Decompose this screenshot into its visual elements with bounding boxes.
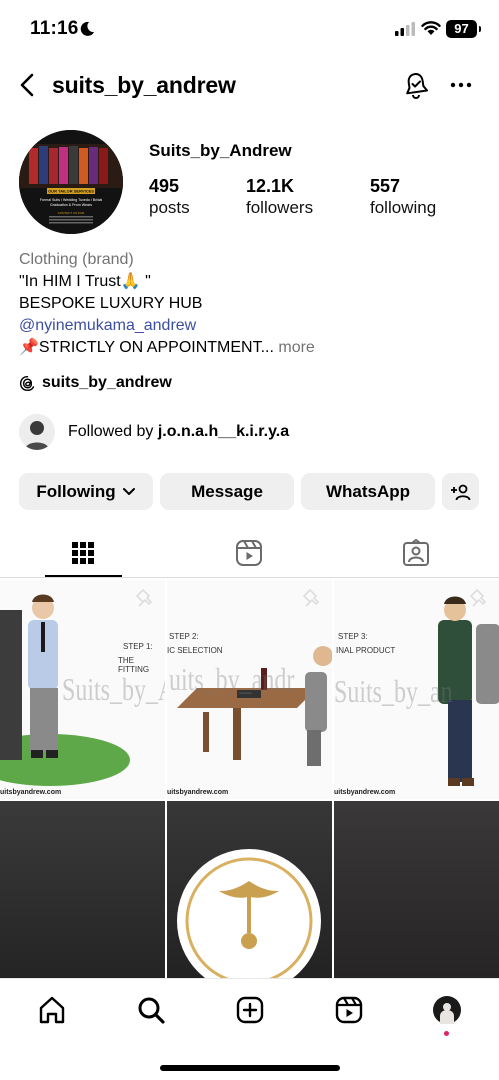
status-bar: 11:16 97 xyxy=(0,0,499,58)
posts-count-label: posts xyxy=(149,198,190,217)
add-person-icon xyxy=(450,484,470,500)
nav-home[interactable] xyxy=(35,993,69,1027)
reels-icon xyxy=(335,996,363,1024)
suggest-people-button[interactable] xyxy=(442,473,479,510)
battery-indicator: 97 xyxy=(446,20,481,38)
posts-grid: STEP 1: THE FITTING Suits_by_And uitsbya… xyxy=(0,580,499,978)
bottom-navigation xyxy=(0,978,499,1080)
back-button[interactable] xyxy=(12,70,42,100)
nav-create[interactable] xyxy=(233,993,267,1027)
post-step: STEP 2: xyxy=(169,632,199,641)
home-icon xyxy=(39,996,65,1024)
posts-count[interactable]: 495 posts xyxy=(149,175,190,219)
post-site: uitsbyandrew.com xyxy=(0,789,62,796)
tab-reels[interactable] xyxy=(210,528,288,578)
post-thumbnail[interactable]: STEP 1: THE FITTING Suits_by_And uitsbya… xyxy=(0,580,165,799)
pin-icon xyxy=(135,588,153,607)
followed-by-row[interactable]: Followed by j.o.n.a.h__k.i.r.y.a xyxy=(19,413,289,451)
bio-more-link[interactable]: more xyxy=(278,339,314,356)
whatsapp-button-label: WhatsApp xyxy=(325,481,411,501)
grid-icon xyxy=(72,542,94,564)
post-site: uitsbyandrew.com xyxy=(167,789,229,796)
post-heading: INAL PRODUCT xyxy=(336,646,396,655)
posts-count-value: 495 xyxy=(149,176,180,196)
followers-count-label: followers xyxy=(246,198,314,217)
following-count[interactable]: 557 following xyxy=(370,175,436,219)
post-thumbnail[interactable]: STEP 3: INAL PRODUCT Suits_by_an uitsbya… xyxy=(334,580,499,799)
whatsapp-button[interactable]: WhatsApp xyxy=(301,473,435,510)
profile-display-name: Suits_by_Andrew xyxy=(149,141,292,160)
post-thumbnail[interactable] xyxy=(334,801,499,978)
profile-header: suits_by_andrew xyxy=(0,62,499,108)
post-watermark: uits_by_andr xyxy=(169,663,295,698)
post-thumbnail[interactable]: STEP 2: IC SELECTION uits_by_andr uitsby… xyxy=(167,580,332,799)
profile-username-title: suits_by_andrew xyxy=(52,72,236,98)
notification-dot xyxy=(444,1031,449,1036)
followers-count[interactable]: 12.1K followers xyxy=(246,175,313,219)
bell-icon xyxy=(406,73,429,99)
bio-line-2: BESPOKE LUXURY HUB xyxy=(19,295,203,312)
post-heading: IC SELECTION xyxy=(167,646,223,655)
nav-profile[interactable] xyxy=(430,993,464,1027)
avatar-label: OUR TAILOR SERVICES xyxy=(48,189,94,194)
post-step: STEP 1: xyxy=(123,642,153,651)
profile-category: Clothing (brand) xyxy=(19,251,134,268)
avatar-line-1: Formal Suits / Wedding Tuxedo / Bridal xyxy=(40,198,102,202)
post-watermark: Suits_by_an xyxy=(334,675,453,710)
active-tab-indicator xyxy=(45,575,122,577)
avatar-image: OUR TAILOR SERVICES Formal Suits / Weddi… xyxy=(19,130,123,234)
following-button-label: Following xyxy=(36,481,116,501)
profile-tabs xyxy=(0,528,499,578)
bio-line-1: "In HIM I Trust🙏 " xyxy=(19,273,151,290)
post-thumbnail[interactable] xyxy=(0,801,165,978)
followed-by-prefix: Followed by xyxy=(68,423,154,440)
following-button[interactable]: Following xyxy=(19,473,153,510)
tab-grid[interactable] xyxy=(44,528,122,578)
post-thumbnail[interactable] xyxy=(167,801,332,978)
threads-link[interactable]: suits_by_andrew xyxy=(19,372,172,394)
post-watermark: Suits_by_And xyxy=(62,673,165,708)
threads-handle: suits_by_andrew xyxy=(42,374,172,391)
follower-avatar xyxy=(19,414,55,450)
post-step: STEP 3: xyxy=(338,632,368,641)
following-count-value: 557 xyxy=(370,176,401,196)
profile-avatar[interactable]: OUR TAILOR SERVICES Formal Suits / Weddi… xyxy=(19,130,123,234)
followed-by-user: j.o.n.a.h__k.i.r.y.a xyxy=(157,423,290,440)
avatar-contact: CONTACT US FOR xyxy=(58,211,85,215)
pin-icon xyxy=(469,588,487,607)
search-icon xyxy=(138,997,165,1024)
bio-line-3: 📌STRICTLY ON APPOINTMENT... xyxy=(19,339,274,356)
post-heading: THE FITTING xyxy=(118,656,150,674)
nav-search[interactable] xyxy=(134,993,168,1027)
profile-bio: Clothing (brand) "In HIM I Trust🙏 " BESP… xyxy=(19,249,489,359)
home-indicator xyxy=(160,1065,340,1071)
notifications-button[interactable] xyxy=(401,70,431,100)
avatar-line-2: Graduation & Prom Wears xyxy=(50,203,92,207)
message-button-label: Message xyxy=(191,481,263,501)
threads-icon xyxy=(19,375,35,391)
bio-mention-link[interactable]: @nyinemukama_andrew xyxy=(19,315,489,337)
tagged-icon xyxy=(403,539,429,566)
wifi-icon xyxy=(421,21,441,35)
signal-icon xyxy=(395,22,415,36)
followers-count-value: 12.1K xyxy=(246,176,295,196)
profile-avatar-icon xyxy=(433,996,461,1024)
status-time: 11:16 xyxy=(30,18,79,39)
pin-icon xyxy=(302,588,320,607)
post-site: uitsbyandrew.com xyxy=(334,789,396,796)
following-count-label: following xyxy=(370,198,437,217)
tab-tagged[interactable] xyxy=(377,528,455,578)
nav-reels[interactable] xyxy=(332,993,366,1027)
more-options-button[interactable] xyxy=(446,70,476,100)
message-button[interactable]: Message xyxy=(160,473,294,510)
create-post-icon xyxy=(236,996,264,1024)
chevron-left-icon xyxy=(20,73,34,97)
followed-by-text: Followed by j.o.n.a.h__k.i.r.y.a xyxy=(68,423,289,441)
chevron-down-icon xyxy=(122,487,135,495)
bio-line-3-wrap: 📌STRICTLY ON APPOINTMENT... more xyxy=(19,337,489,359)
reels-icon xyxy=(236,540,262,566)
moon-icon xyxy=(80,21,94,36)
more-horizontal-icon xyxy=(450,82,472,88)
